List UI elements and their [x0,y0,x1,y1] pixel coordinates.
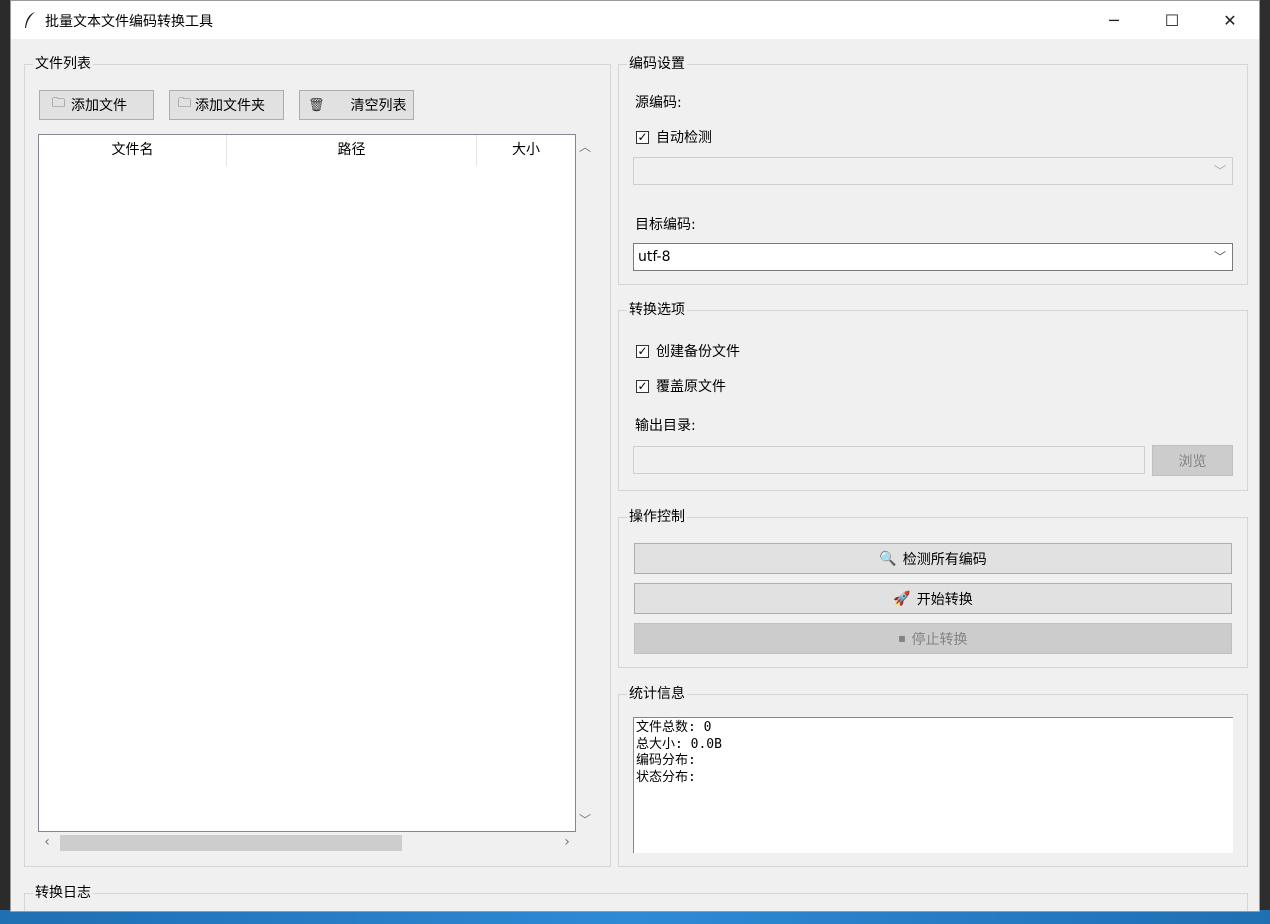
browse-label: 浏览 [1178,453,1207,470]
statistics-textbox[interactable]: 文件总数: 0 总大小: 0.0B 编码分布: 状态分布: [633,717,1233,853]
background-right [1260,0,1270,924]
add-folder-button[interactable]: 🗀 添加文件夹 [169,90,284,120]
backup-check-icon: ✓ [636,343,649,358]
stop-icon: ⏹ [898,630,906,647]
feather-icon [25,12,35,28]
chevron-down-icon: ﹀ [1213,250,1226,264]
add-folder-label: 添加文件夹 [195,98,266,114]
add-file-button[interactable]: 🗀 添加文件 [39,90,154,120]
window-title: 批量文本文件编码转换工具 [45,14,213,30]
source-encoding-select[interactable]: ﹀ [633,157,1233,185]
close-button[interactable]: ✕ [1201,1,1259,39]
maximize-button[interactable]: ☐ [1143,1,1201,39]
trash-icon: 🗑 [308,97,325,113]
output-directory-field[interactable] [633,446,1145,474]
source-encoding-label: 源编码: [635,95,682,111]
operation-control-title: 操作控制 [627,508,687,526]
app-window: 批量文本文件编码转换工具 ─ ☐ ✕ 文件列表 🗀 添加文件 🗀 添加文件夹 🗑… [10,0,1260,912]
scroll-right-icon[interactable]: › [558,834,576,850]
scroll-down-icon[interactable]: ﹀ [576,811,594,828]
stat-line-encoding-distribution: 编码分布: [636,753,696,768]
browse-button[interactable]: 浏览 [1152,445,1233,476]
stat-line-total-size: 总大小: 0.0B [636,736,722,752]
add-file-label: 添加文件 [71,98,128,114]
start-conversion-button[interactable]: 🚀 开始转换 [634,583,1232,614]
target-encoding-label: 目标编码: [635,217,696,233]
auto-detect-check-icon: ✓ [636,129,649,144]
auto-detect-label: 自动检测 [656,130,712,146]
clear-list-label: 清空列表 [350,98,407,114]
horizontal-scroll-thumb[interactable] [60,835,402,851]
encoding-settings-title: 编码设置 [627,55,687,73]
file-table[interactable]: 文件名 路径 大小 [38,134,576,832]
detect-all-encodings-label: 检测所有编码 [902,551,987,568]
clear-list-button[interactable]: 🗑 清空列表 [299,90,414,120]
auto-detect-checkbox[interactable]: ✓ 自动检测 [636,127,712,147]
rocket-icon: 🚀 [893,590,911,607]
start-conversion-label: 开始转换 [916,591,973,608]
scroll-up-icon[interactable]: ︿ [576,138,594,155]
backup-label: 创建备份文件 [656,344,740,360]
background-left [0,0,10,924]
stat-line-total-files: 文件总数: 0 [636,720,712,735]
column-header-size[interactable]: 大小 [477,135,575,166]
output-directory-label: 输出目录: [635,418,696,434]
conversion-options-title: 转换选项 [627,301,687,319]
overwrite-check-icon: ✓ [636,378,649,393]
stop-conversion-button[interactable]: ⏹ 停止转换 [634,623,1232,654]
folder-icon: 🗀 [52,96,66,111]
title-bar: 批量文本文件编码转换工具 ─ ☐ ✕ [11,1,1259,39]
horizontal-scrollbar[interactable]: ‹ › [38,832,576,854]
overwrite-checkbox[interactable]: ✓ 覆盖原文件 [636,376,726,396]
vertical-scrollbar[interactable]: ︿ ﹀ [576,134,594,832]
chevron-down-icon: ﹀ [1213,164,1226,178]
conversion-log-title: 转换日志 [33,884,93,902]
stat-line-status-distribution: 状态分布: [636,769,696,785]
stop-conversion-label: 停止转换 [911,631,968,648]
column-header-filename[interactable]: 文件名 [39,135,227,166]
column-header-path[interactable]: 路径 [227,135,477,166]
detect-all-encodings-button[interactable]: 🔍 检测所有编码 [634,543,1232,574]
statistics-title: 统计信息 [627,685,687,703]
taskbar-strip [0,910,1270,924]
target-encoding-select[interactable]: utf-8 ﹀ [633,243,1233,271]
folder-icon: 🗀 [178,96,192,111]
magnifier-icon: 🔍 [879,550,897,567]
conversion-log-panel: 转换日志 [24,884,1248,911]
target-encoding-value: utf-8 [638,249,671,265]
table-header: 文件名 路径 大小 [39,135,575,166]
overwrite-label: 覆盖原文件 [656,379,726,395]
scroll-left-icon[interactable]: ‹ [38,834,56,850]
backup-checkbox[interactable]: ✓ 创建备份文件 [636,341,740,361]
minimize-button[interactable]: ─ [1085,1,1143,39]
file-list-title: 文件列表 [33,55,93,73]
